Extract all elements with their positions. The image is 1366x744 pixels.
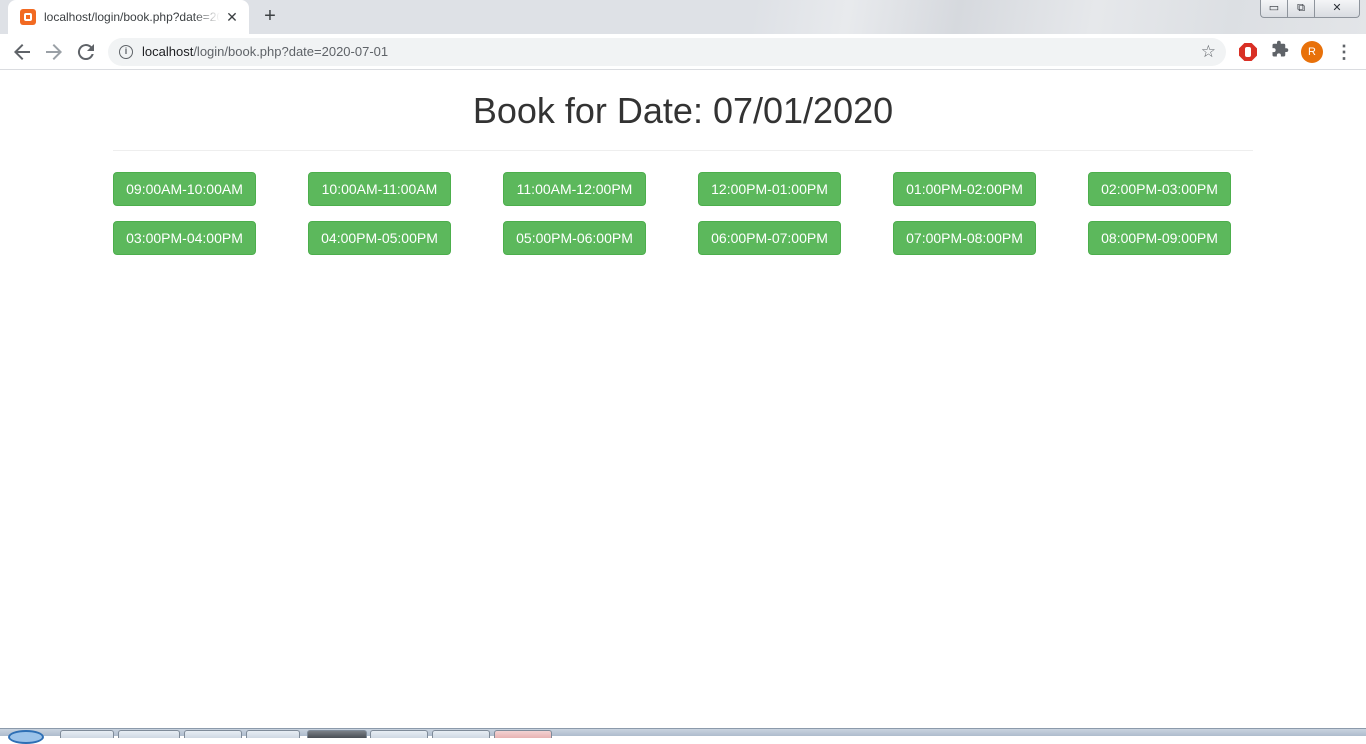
address-bar[interactable]: i localhost/login/book.php?date=2020-07-… xyxy=(108,38,1226,66)
taskbar-item-chrome[interactable] xyxy=(494,730,552,738)
divider xyxy=(113,150,1253,151)
page-content: Book for Date: 07/01/2020 09:00AM-10:00A… xyxy=(0,71,1366,728)
forward-arrow-icon[interactable] xyxy=(42,40,66,64)
slot-button-1800[interactable]: 06:00PM-07:00PM xyxy=(698,221,841,255)
os-taskbar xyxy=(0,728,1366,744)
page-title: Book for Date: 07/01/2020 xyxy=(472,90,894,131)
slot-button-1000[interactable]: 10:00AM-11:00AM xyxy=(308,172,451,206)
start-button-icon[interactable] xyxy=(8,730,44,744)
slot-button-1400[interactable]: 02:00PM-03:00PM xyxy=(1088,172,1231,206)
taskbar-item-app[interactable] xyxy=(118,730,180,738)
slot-button-1700[interactable]: 05:00PM-06:00PM xyxy=(503,221,646,255)
slot-button-1900[interactable]: 07:00PM-08:00PM xyxy=(893,221,1036,255)
url-host: localhost xyxy=(142,44,194,59)
taskbar-item-app[interactable] xyxy=(246,730,300,738)
taskbar-item-opera[interactable] xyxy=(184,730,242,738)
back-arrow-icon[interactable] xyxy=(10,40,34,64)
extensions-puzzle-icon[interactable] xyxy=(1270,40,1290,64)
slot-button-1600[interactable]: 04:00PM-05:00PM xyxy=(308,221,451,255)
time-slot-grid: 09:00AM-10:00AM 10:00AM-11:00AM 11:00AM-… xyxy=(113,172,1253,255)
taskbar-item-explorer[interactable] xyxy=(60,730,114,738)
reload-icon[interactable] xyxy=(74,40,98,64)
browser-toolbar: i localhost/login/book.php?date=2020-07-… xyxy=(0,34,1366,70)
slot-button-1200[interactable]: 12:00PM-01:00PM xyxy=(698,172,841,206)
taskbar-item-app[interactable] xyxy=(370,730,428,738)
bookmark-star-icon[interactable]: ☆ xyxy=(1201,41,1216,63)
browser-tab[interactable]: localhost/login/book.php?date=2020-07-01… xyxy=(8,0,249,34)
taskbar-item-xampp[interactable] xyxy=(432,730,490,738)
info-icon[interactable]: i xyxy=(119,45,133,59)
url-text[interactable]: localhost/login/book.php?date=2020-07-01 xyxy=(142,44,388,60)
window-close-button[interactable]: ✕ xyxy=(1314,0,1360,18)
slot-button-0900[interactable]: 09:00AM-10:00AM xyxy=(113,172,256,206)
tab-close-icon[interactable]: ✕ xyxy=(224,9,240,25)
tab-strip: localhost/login/book.php?date=2020-07-01… xyxy=(0,0,1366,34)
slot-button-1100[interactable]: 11:00AM-12:00PM xyxy=(503,172,646,206)
profile-avatar[interactable]: R xyxy=(1301,41,1323,63)
restore-button[interactable]: ⧉ xyxy=(1287,0,1314,18)
url-path: /login/book.php?date=2020-07-01 xyxy=(193,44,389,59)
tab-title: localhost/login/book.php?date=2020-07-01 xyxy=(44,10,220,24)
slot-button-2000[interactable]: 08:00PM-09:00PM xyxy=(1088,221,1231,255)
xampp-favicon-icon xyxy=(20,9,36,25)
minimize-button[interactable]: ▭ xyxy=(1260,0,1287,18)
slot-button-1500[interactable]: 03:00PM-04:00PM xyxy=(113,221,256,255)
kebab-menu-icon[interactable]: ⋮ xyxy=(1334,40,1354,64)
slot-button-1300[interactable]: 01:00PM-02:00PM xyxy=(893,172,1036,206)
new-tab-button[interactable]: + xyxy=(256,4,284,30)
taskbar-item-terminal[interactable] xyxy=(307,730,367,738)
window-controls: ▭ ⧉ ✕ xyxy=(1260,0,1360,18)
